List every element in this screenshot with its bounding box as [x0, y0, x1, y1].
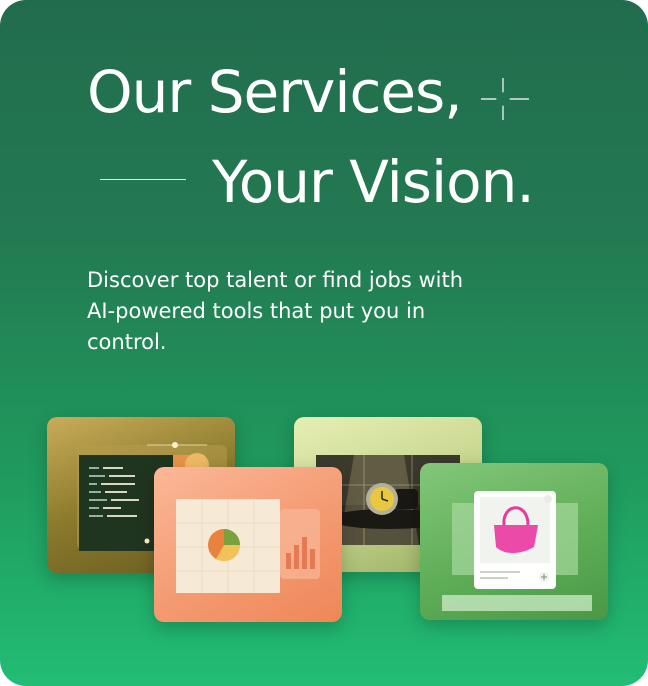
- headline-line-1: Our Services,: [87, 58, 463, 126]
- pie-chart-tile: [154, 467, 342, 622]
- pie-chart-illustration: [176, 499, 320, 593]
- handbag-product-tile: [420, 463, 608, 620]
- headline-line-2: Your Vision.: [212, 148, 535, 216]
- pink-handbag-product-card: [442, 491, 592, 611]
- sparkle-icon: [481, 78, 529, 120]
- decorative-dash-line: [100, 179, 186, 180]
- services-hero-card: Our Services, Your Vision. Discover top …: [0, 0, 648, 686]
- hero-subtitle: Discover top talent or find jobs with AI…: [87, 268, 464, 354]
